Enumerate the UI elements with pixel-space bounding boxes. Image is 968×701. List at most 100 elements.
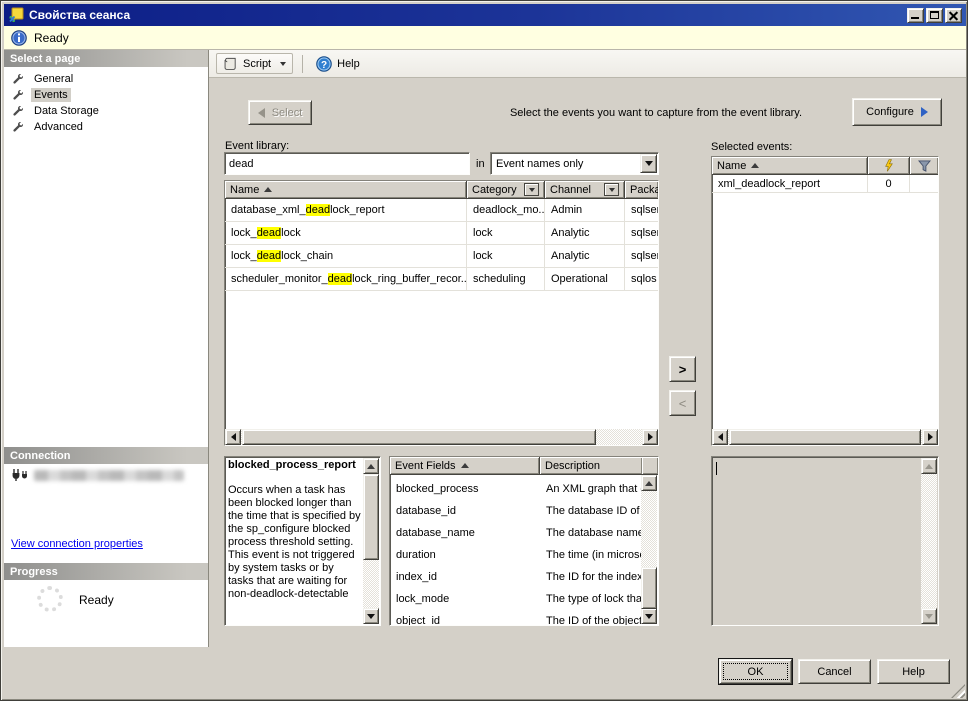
- cancel-button[interactable]: Cancel: [798, 659, 871, 684]
- table-row[interactable]: xml_deadlock_report 0: [712, 175, 938, 193]
- package-cell: sqlserver: [625, 222, 658, 244]
- search-highlight: dead: [257, 227, 281, 239]
- help-icon: ?: [316, 56, 332, 72]
- table-row[interactable]: lock_deadlock_chain lock Analytic sqlser…: [225, 245, 658, 268]
- select-button[interactable]: Select: [248, 100, 312, 125]
- chevron-down-icon: [529, 188, 535, 192]
- minimize-button[interactable]: [907, 8, 924, 23]
- resize-grip[interactable]: [951, 684, 965, 698]
- column-header-package[interactable]: Package: [625, 181, 658, 198]
- search-highlight: dead: [328, 273, 352, 285]
- table-row[interactable]: index_id The ID for the index on ...: [390, 566, 642, 588]
- table-row[interactable]: database_name The database name of ...: [390, 522, 642, 544]
- sidebar-item-advanced[interactable]: Advanced: [4, 119, 208, 135]
- column-header-name[interactable]: Name: [712, 157, 868, 174]
- scope-dropdown[interactable]: Event names only: [490, 152, 659, 175]
- scroll-right-button[interactable]: [922, 429, 938, 445]
- window-title: Свойства сеанса: [29, 8, 130, 22]
- column-header-label: Category: [472, 184, 517, 196]
- scrollbar-track[interactable]: [921, 474, 937, 608]
- arrow-down-icon: [645, 614, 653, 619]
- event-description-title: blocked_process_report: [228, 459, 361, 472]
- sidebar-item-label: General: [31, 72, 76, 86]
- scrollbar-track[interactable]: [728, 429, 922, 445]
- arrow-down-icon: [367, 614, 375, 619]
- scroll-down-button[interactable]: [641, 608, 657, 624]
- selected-event-description-box[interactable]: [711, 456, 939, 626]
- column-header-filter[interactable]: [910, 157, 938, 174]
- configure-button[interactable]: Configure: [852, 98, 942, 126]
- sidebar-item-data-storage[interactable]: Data Storage: [4, 103, 208, 119]
- event-description-body: Occurs when a task has been blocked long…: [228, 484, 361, 601]
- vertical-scrollbar[interactable]: [921, 458, 937, 624]
- text-caret: [716, 462, 717, 475]
- scroll-up-button[interactable]: [921, 458, 937, 474]
- script-button[interactable]: Script: [216, 53, 293, 74]
- horizontal-scrollbar[interactable]: [712, 429, 938, 445]
- scroll-up-button[interactable]: [641, 475, 657, 491]
- horizontal-scrollbar[interactable]: [225, 429, 658, 445]
- table-row[interactable]: duration The time (in microsecon...: [390, 544, 642, 566]
- maximize-button[interactable]: [926, 8, 943, 23]
- column-header-event-fields[interactable]: Event Fields: [390, 457, 540, 474]
- column-header-name[interactable]: Name: [225, 181, 467, 198]
- scrollbar-track[interactable]: [363, 474, 379, 608]
- category-filter-button[interactable]: [524, 183, 539, 196]
- column-header-filters[interactable]: [868, 157, 910, 174]
- table-row[interactable]: database_id The database ID of the...: [390, 500, 642, 522]
- close-button[interactable]: [945, 8, 962, 23]
- arrow-right-icon: [928, 433, 933, 441]
- table-row[interactable]: lock_mode The type of lock that w...: [390, 588, 642, 610]
- description-cell: The time (in microsecon...: [540, 544, 642, 566]
- chevron-left-icon: [258, 108, 265, 118]
- scroll-left-button[interactable]: [712, 429, 728, 445]
- channel-cell: Admin: [545, 199, 625, 221]
- add-event-button[interactable]: >: [669, 356, 696, 382]
- wrench-icon: [12, 121, 24, 133]
- table-row[interactable]: scheduler_monitor_deadlock_ring_buffer_r…: [225, 268, 658, 291]
- sidebar-item-general[interactable]: General: [4, 71, 208, 87]
- minimize-icon: [911, 17, 919, 19]
- package-cell: sqlos: [625, 268, 658, 290]
- script-dropdown-icon[interactable]: [280, 62, 286, 66]
- table-row[interactable]: database_xml_deadlock_report deadlock_mo…: [225, 199, 658, 222]
- scrollbar-track[interactable]: [641, 491, 657, 608]
- scrollbar-thumb[interactable]: [363, 474, 379, 560]
- vertical-scrollbar[interactable]: [363, 458, 379, 624]
- help-button[interactable]: ? Help: [312, 54, 364, 74]
- event-description-text: blocked_process_report Occurs when a tas…: [228, 459, 361, 601]
- sidebar-divider: [208, 50, 209, 647]
- table-row[interactable]: blocked_process An XML graph that des...: [390, 478, 642, 500]
- arrow-right-icon: [648, 433, 653, 441]
- scroll-up-button[interactable]: [363, 458, 379, 474]
- scroll-left-button[interactable]: [225, 429, 241, 445]
- ok-button[interactable]: OK: [719, 659, 792, 684]
- search-input[interactable]: [224, 152, 470, 175]
- vertical-scrollbar[interactable]: [641, 475, 657, 624]
- scrollbar-track[interactable]: [241, 429, 642, 445]
- scrollbar-thumb[interactable]: [242, 429, 596, 445]
- help-button[interactable]: Help: [877, 659, 950, 684]
- ok-button-label: OK: [748, 666, 764, 678]
- scrollbar-thumb[interactable]: [729, 429, 921, 445]
- scrollbar-thumb[interactable]: [641, 567, 657, 609]
- scroll-down-button[interactable]: [921, 608, 937, 624]
- field-cell: index_id: [390, 566, 540, 588]
- column-header-description[interactable]: Description: [540, 457, 642, 474]
- column-header-channel[interactable]: Channel: [545, 181, 625, 198]
- category-cell: scheduling: [467, 268, 545, 290]
- table-row[interactable]: object_id The ID of the object t...: [390, 610, 642, 626]
- view-connection-properties-link[interactable]: View connection properties: [11, 538, 143, 550]
- dropdown-arrow-button[interactable]: [640, 154, 657, 173]
- titlebar[interactable]: Свойства сеанса: [4, 4, 966, 26]
- channel-filter-button[interactable]: [604, 183, 619, 196]
- table-row[interactable]: lock_deadlock lock Analytic sqlserver: [225, 222, 658, 245]
- scroll-right-button[interactable]: [642, 429, 658, 445]
- column-header-category[interactable]: Category: [467, 181, 545, 198]
- remove-event-button[interactable]: <: [669, 390, 696, 416]
- scroll-down-button[interactable]: [363, 608, 379, 624]
- filters-count-cell: 0: [868, 175, 910, 192]
- event-name: lock_: [231, 250, 257, 262]
- channel-cell: Analytic: [545, 222, 625, 244]
- sidebar-item-events[interactable]: Events: [4, 87, 208, 103]
